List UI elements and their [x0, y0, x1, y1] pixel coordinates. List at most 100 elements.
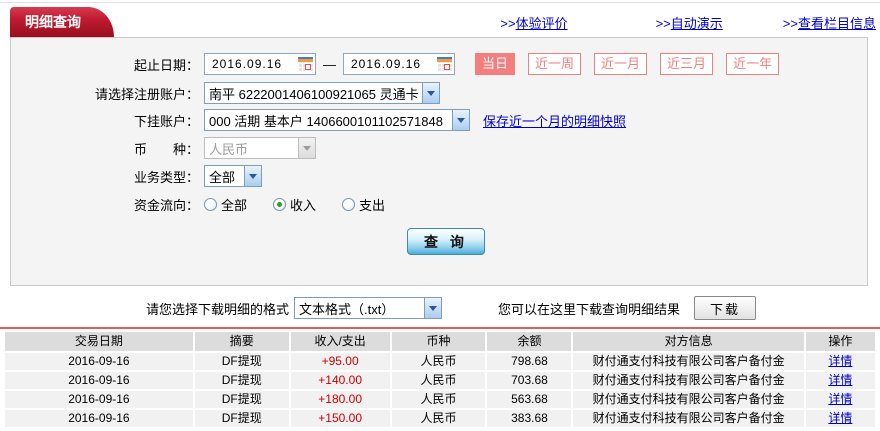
date-to-input[interactable]: 2016.09.16 [343, 53, 455, 75]
cell-summary: DF提现 [194, 410, 289, 427]
quick-range-3months-button[interactable]: 近三月 [660, 53, 714, 75]
flow-radio-income[interactable]: 收入 [273, 195, 316, 214]
biz-type-value: 全部 [209, 169, 236, 185]
cell-date: 2016-09-16 [5, 353, 193, 370]
sub-account-select[interactable]: 000 活期 基本户 1406600101102571848 [204, 109, 470, 131]
flow-radio-expense[interactable]: 支出 [342, 195, 385, 214]
sub-account-label: 下挂账户： [133, 113, 199, 129]
table-row: 2016-09-16 DF提现 +180.00 人民币 563.68 财付通支付… [5, 391, 875, 408]
table-top-divider [0, 327, 880, 329]
calendar-icon[interactable] [298, 56, 313, 72]
query-form: 起止日期： 2016.09.16 — 2016.09.16 当日 近一周 近一月… [10, 37, 868, 286]
header-amount: 收入/支出 [290, 332, 390, 351]
cell-date: 2016-09-16 [5, 372, 193, 389]
query-button[interactable]: 查 询 [407, 228, 485, 255]
table-row: 2016-09-16 DF提现 +140.00 人民币 703.68 财付通支付… [5, 372, 875, 389]
chevron-down-icon [298, 138, 315, 158]
header-action: 操作 [805, 332, 875, 351]
link-auto-demo[interactable]: >>自动演示 [656, 13, 723, 32]
cell-summary: DF提现 [194, 391, 289, 408]
chevron-down-icon[interactable] [422, 83, 439, 103]
download-format-value: 文本格式（.txt） [299, 301, 395, 317]
currency-value: 人民币 [209, 141, 249, 157]
cell-balance: 383.68 [487, 410, 572, 427]
radio-icon[interactable] [204, 197, 217, 211]
top-divider [0, 2, 880, 3]
detail-link[interactable]: 详情 [828, 354, 852, 368]
download-hint: 您可以在这里下载查询明细结果 [498, 301, 681, 317]
registered-account-select[interactable]: 南平 6222001406100921065 灵通卡 [204, 82, 440, 104]
link-view-column-info[interactable]: >>查看栏目信息 [783, 13, 876, 32]
page: 明细查询 >>体验评价 >>自动演示 >>查看栏目信息 起止日期： 2016.0… [0, 0, 880, 431]
cell-amount: +95.00 [290, 353, 390, 370]
cell-currency: 人民币 [391, 410, 486, 427]
chevron-down-icon[interactable] [244, 166, 261, 186]
cell-amount: +180.00 [290, 391, 390, 408]
flow-radio-all[interactable]: 全部 [204, 195, 247, 214]
link-label: 体验评价 [515, 16, 568, 31]
quick-range-today-button[interactable]: 当日 [475, 53, 516, 75]
currency-select: 人民币 [204, 137, 316, 159]
header-balance: 余额 [487, 332, 572, 351]
biz-type-select[interactable]: 全部 [204, 165, 262, 187]
detail-link[interactable]: 详情 [828, 373, 852, 387]
cell-counterparty: 财付通支付科技有限公司客户备付金 [573, 391, 804, 408]
link-prefix: >> [782, 16, 798, 31]
cell-counterparty: 财付通支付科技有限公司客户备付金 [573, 410, 804, 427]
header-date: 交易日期 [5, 332, 193, 351]
cell-amount: +150.00 [290, 410, 390, 427]
cell-date: 2016-09-16 [5, 410, 193, 427]
sub-account-row: 下挂账户： 000 活期 基本户 1406600101102571848 保存近… [11, 109, 867, 131]
link-experience-review[interactable]: >>体验评价 [500, 13, 567, 32]
date-from-input[interactable]: 2016.09.16 [204, 53, 316, 75]
chevron-down-icon[interactable] [424, 298, 442, 318]
cell-summary: DF提现 [194, 353, 289, 370]
download-row: 请您选择下载明细的格式 文本格式（.txt） 您可以在这里下载查询明细结果 下载 [0, 296, 880, 320]
link-label: 查看栏目信息 [797, 16, 876, 31]
flow-direction-row: 资金流向： 全部 收入 支出 [11, 193, 867, 215]
detail-link[interactable]: 详情 [828, 392, 852, 406]
cell-balance: 703.68 [487, 372, 572, 389]
biz-type-label: 业务类型： [133, 169, 199, 185]
flow-direction-options: 全部 收入 支出 [204, 195, 411, 214]
table-header-row: 交易日期 摘要 收入/支出 币种 余额 对方信息 操作 [5, 332, 875, 351]
date-range-row: 起止日期： 2016.09.16 — 2016.09.16 当日 近一周 近一月… [11, 53, 867, 75]
date-from-value: 2016.09.16 [212, 57, 283, 71]
cell-summary: DF提现 [194, 372, 289, 389]
date-range-label: 起止日期： [133, 57, 199, 73]
calendar-icon[interactable] [437, 56, 452, 72]
cell-currency: 人民币 [391, 353, 486, 370]
radio-label: 支出 [359, 197, 386, 213]
radio-checked-icon[interactable] [273, 197, 287, 211]
biz-type-row: 业务类型： 全部 [11, 165, 867, 187]
quick-range-year-button[interactable]: 近一年 [726, 53, 780, 75]
date-separator: — [323, 56, 336, 72]
header-summary: 摘要 [194, 332, 289, 351]
currency-label: 币 种： [133, 141, 199, 157]
chevron-down-icon[interactable] [452, 110, 469, 130]
currency-row: 币 种： 人民币 [11, 137, 867, 159]
sub-account-value: 000 活期 基本户 1406600101102571848 [209, 113, 443, 129]
page-title: 明细查询 [25, 14, 81, 30]
cell-counterparty: 财付通支付科技有限公司客户备付金 [573, 372, 804, 389]
cell-currency: 人民币 [391, 372, 486, 389]
quick-range-month-button[interactable]: 近一月 [594, 53, 648, 75]
flow-direction-label: 资金流向： [133, 197, 199, 213]
cell-amount: +140.00 [290, 372, 390, 389]
results-table: 交易日期 摘要 收入/支出 币种 余额 对方信息 操作 2016-09-16 D… [5, 332, 875, 429]
radio-icon[interactable] [342, 197, 356, 211]
cell-balance: 563.68 [487, 391, 572, 408]
radio-label: 全部 [221, 197, 248, 213]
cell-date: 2016-09-16 [5, 391, 193, 408]
link-prefix: >> [655, 16, 671, 31]
quick-range-week-button[interactable]: 近一周 [528, 53, 582, 75]
table-row: 2016-09-16 DF提现 +150.00 人民币 383.68 财付通支付… [5, 410, 875, 427]
save-snapshot-link[interactable]: 保存近一个月的明细快照 [483, 111, 626, 130]
download-format-select[interactable]: 文本格式（.txt） [294, 297, 443, 319]
account-row: 请选择注册账户： 南平 6222001406100921065 灵通卡 [11, 82, 867, 104]
cell-balance: 798.68 [487, 353, 572, 370]
table-row: 2016-09-16 DF提现 +95.00 人民币 798.68 财付通支付科… [5, 353, 875, 370]
download-button[interactable]: 下载 [694, 296, 757, 320]
detail-link[interactable]: 详情 [828, 411, 852, 425]
link-prefix: >> [500, 16, 516, 31]
